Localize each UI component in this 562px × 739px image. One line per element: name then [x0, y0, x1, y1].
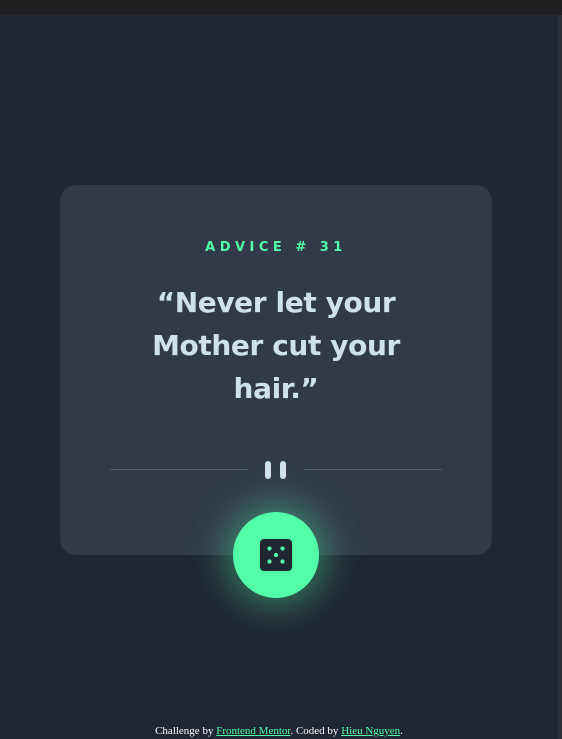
frontend-mentor-link[interactable]: Frontend Mentor [216, 725, 290, 737]
window-top-bar [0, 0, 562, 15]
attribution-middle: . Coded by [290, 725, 342, 737]
dice-icon [260, 539, 292, 571]
advice-quote: “Never let your Mother cut your hair.” [152, 286, 400, 405]
advice-id: ADVICE # 31 [205, 240, 347, 255]
divider-line-left [110, 469, 248, 470]
pause-icon [265, 460, 287, 480]
pause-bar [265, 461, 271, 479]
author-link[interactable]: Hieu Nguyen [341, 725, 400, 737]
attribution-suffix: . [400, 725, 403, 737]
attribution-prefix: Challenge by [155, 725, 217, 737]
divider-line-right [304, 469, 442, 470]
advice-card: ADVICE # 31 “Never let your Mother cut y… [60, 185, 492, 555]
scrollbar[interactable] [558, 15, 562, 739]
generate-advice-button[interactable] [233, 512, 319, 598]
divider [110, 460, 442, 480]
pause-bar [280, 461, 286, 479]
attribution: Challenge by Frontend Mentor. Coded by H… [0, 724, 558, 739]
